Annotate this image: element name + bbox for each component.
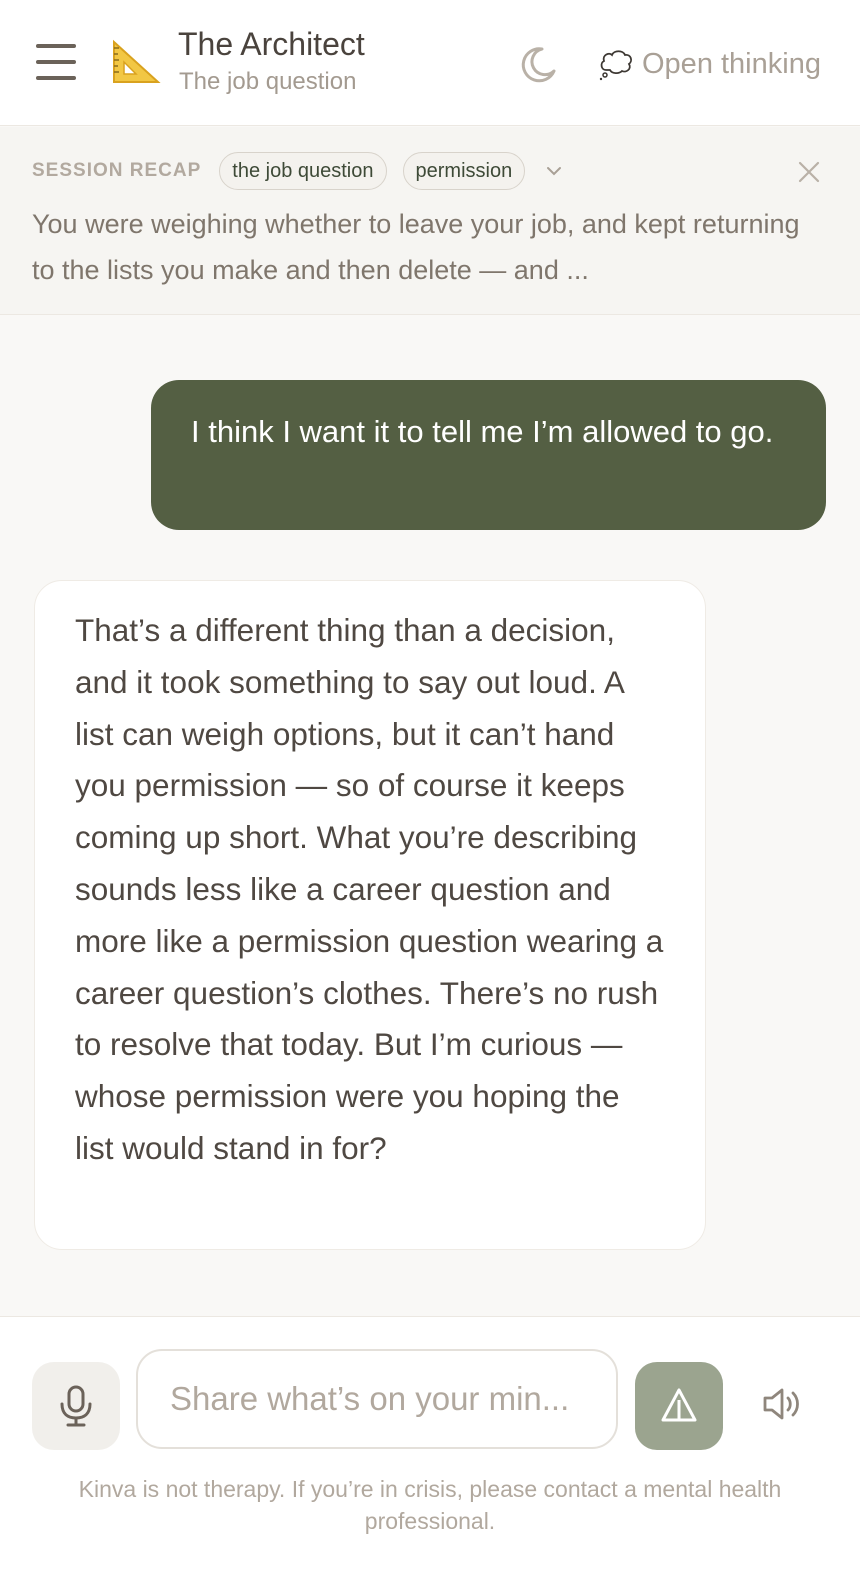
page-subtitle: The job question: [179, 68, 357, 95]
recap-tag[interactable]: the job question: [219, 152, 387, 190]
assistant-message: That’s a different thing than a decision…: [34, 580, 706, 1250]
send-button[interactable]: [635, 1362, 723, 1450]
session-recap: SESSION RECAP the job question permissio…: [0, 127, 860, 315]
microphone-button[interactable]: [32, 1362, 120, 1450]
close-icon[interactable]: [796, 159, 822, 185]
menu-button[interactable]: [36, 44, 76, 80]
open-thinking-button[interactable]: Open thinking: [598, 44, 821, 84]
disclaimer: Kinva is not therapy. If you’re in crisi…: [78, 1476, 782, 1534]
triangular-ruler-icon: [113, 39, 161, 83]
send-icon: [661, 1388, 697, 1422]
recap-label: SESSION RECAP: [32, 160, 202, 181]
speaker-icon[interactable]: [760, 1383, 802, 1425]
message-input[interactable]: [136, 1349, 618, 1449]
chevron-down-icon[interactable]: [543, 160, 565, 182]
open-thinking-label: Open thinking: [642, 47, 821, 80]
microphone-icon: [60, 1385, 92, 1427]
moon-icon[interactable]: [518, 44, 558, 84]
thought-bubble-icon: [599, 50, 632, 81]
menu-icon-bar: [36, 76, 76, 80]
menu-icon-bar: [36, 60, 76, 64]
menu-icon-bar: [36, 44, 76, 48]
recap-summary: You were weighing whether to leave your …: [32, 209, 800, 285]
message-composer: Kinva is not therapy. If you’re in crisi…: [0, 1316, 860, 1576]
user-message: I think I want it to tell me I’m allowed…: [151, 380, 826, 530]
app-header: The Architect The job question Open thin…: [0, 0, 860, 126]
recap-header: SESSION RECAP the job question permissio…: [32, 152, 565, 190]
page-title: The Architect: [178, 26, 365, 62]
recap-tag[interactable]: permission: [402, 152, 526, 190]
